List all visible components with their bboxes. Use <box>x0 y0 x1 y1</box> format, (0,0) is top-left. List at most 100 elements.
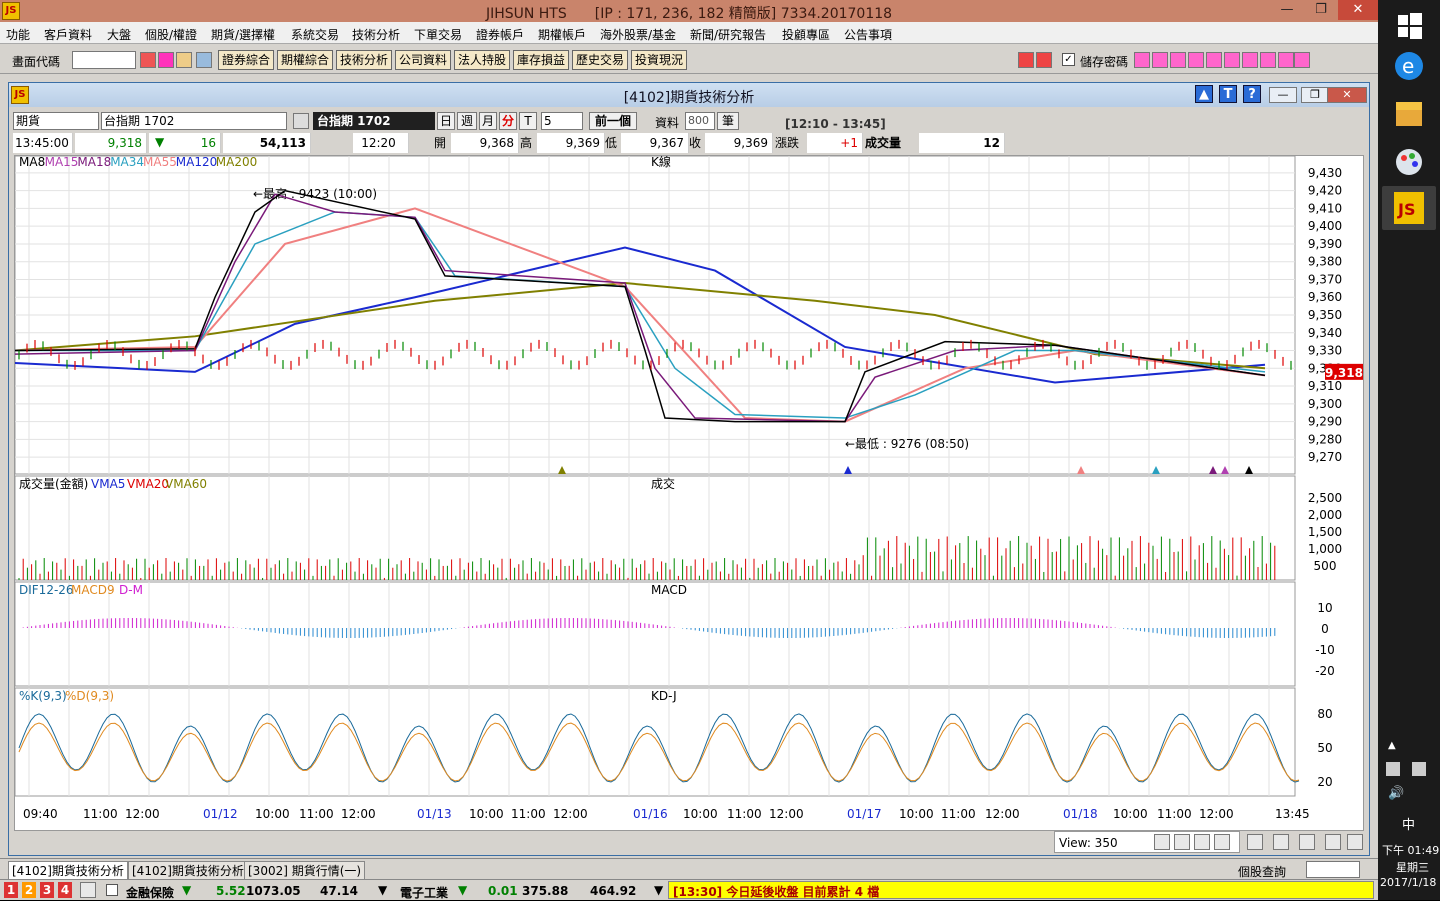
restore-button[interactable]: ❐ <box>1304 0 1338 20</box>
tool-icon[interactable] <box>1278 52 1294 68</box>
tool-button[interactable]: 歷史交易 <box>572 50 628 70</box>
tool-icon[interactable] <box>1242 52 1258 68</box>
page-3-button[interactable]: 3 <box>40 882 54 898</box>
tool-icon[interactable] <box>1188 52 1204 68</box>
menu-item[interactable]: 大盤 <box>107 26 131 43</box>
settings-grid-icon[interactable] <box>1247 834 1263 850</box>
prev-button[interactable]: 前一個 <box>589 112 637 130</box>
tab[interactable]: [3002] 期貨行情(一) <box>244 861 366 879</box>
pan-icon[interactable] <box>1194 834 1210 850</box>
jihsun-app-icon[interactable]: JS <box>1382 186 1436 230</box>
count-unit-button[interactable]: 筆 <box>717 112 739 130</box>
tray-security-icon[interactable] <box>1412 762 1426 776</box>
tool-icon[interactable] <box>1206 52 1222 68</box>
menu-item[interactable]: 期權帳戶 <box>538 26 586 43</box>
gear-icon[interactable] <box>1347 834 1363 850</box>
menu-item[interactable]: 下單交易 <box>414 26 462 43</box>
favorite-icon[interactable] <box>158 52 174 68</box>
zoom-out-icon[interactable] <box>1174 834 1190 850</box>
pen-icon[interactable] <box>1325 834 1341 850</box>
menu-item[interactable]: 功能 <box>6 26 30 43</box>
menu-item[interactable]: 個股/權證 <box>145 26 197 43</box>
dropdown-icon[interactable] <box>196 52 212 68</box>
volume-icon[interactable]: 🔊 <box>1388 786 1404 801</box>
symbol-select[interactable]: 台指期 1702 <box>101 112 287 130</box>
dropdown-icon[interactable]: ▼ <box>654 883 663 897</box>
x-tick-label: 11:00 <box>511 807 546 821</box>
page-4-button[interactable]: 4 <box>58 882 72 898</box>
period-day-button[interactable]: 日 <box>437 112 455 130</box>
file-explorer-icon[interactable] <box>1382 92 1436 136</box>
tool-button[interactable]: 公司資料 <box>395 50 451 70</box>
window-restore-button[interactable]: ❐ <box>1301 87 1329 103</box>
status-checkbox[interactable] <box>106 884 118 896</box>
tool-button[interactable]: 庫存損益 <box>513 50 569 70</box>
next-arrow-icon[interactable] <box>1036 52 1052 68</box>
search-icon[interactable] <box>140 52 156 68</box>
menu-item[interactable]: 公告事項 <box>844 26 892 43</box>
page-2-button[interactable]: 2 <box>22 882 36 898</box>
paint-icon[interactable] <box>1382 140 1436 184</box>
window-close-button[interactable]: ✕ <box>1327 87 1367 103</box>
legend-item: DIF12-26 <box>19 583 74 597</box>
interval-select[interactable]: 5 <box>541 112 583 130</box>
refresh-icon[interactable] <box>1214 834 1230 850</box>
tool-icon[interactable] <box>1170 52 1186 68</box>
count-input[interactable]: 800 <box>685 112 715 130</box>
save-pw-checkbox[interactable]: ✓ <box>1062 53 1075 66</box>
zoom-in-icon[interactable] <box>1154 834 1170 850</box>
search-icon[interactable] <box>293 113 309 129</box>
period-week-button[interactable]: 週 <box>457 112 477 130</box>
y-tick-label: 9,290 <box>1308 415 1342 429</box>
stock-query-input[interactable] <box>1306 861 1360 878</box>
windows-start-icon[interactable] <box>1382 4 1436 48</box>
tray-up-icon[interactable]: ▲ <box>1388 740 1396 751</box>
menu-item[interactable]: 新聞/研究報告 <box>690 26 766 43</box>
window-minimize-button[interactable]: — <box>1269 87 1297 103</box>
tab[interactable]: [4102]期貨技術分析 <box>128 861 248 879</box>
y-tick-label: 1,500 <box>1308 525 1342 539</box>
tool-icon[interactable] <box>1152 52 1168 68</box>
tool-icon[interactable] <box>1224 52 1240 68</box>
ime-indicator[interactable]: 中 <box>1402 814 1415 833</box>
minimize-button[interactable]: — <box>1270 0 1304 20</box>
help-icon[interactable]: ? <box>1243 85 1261 103</box>
tray-network-icon[interactable] <box>1386 762 1400 776</box>
tool-button[interactable]: 證券綜合 <box>218 50 274 70</box>
page-1-button[interactable]: 1 <box>4 882 18 898</box>
t-icon[interactable]: T <box>1219 85 1237 103</box>
menu-item[interactable]: 客戶資料 <box>44 26 92 43</box>
tab-active[interactable]: [4102]期貨技術分析 <box>8 861 128 879</box>
news-ticker[interactable]: [13:30] 今日延後收盤 目前累計 4 檔 <box>668 881 1374 899</box>
lock-icon[interactable] <box>80 882 96 898</box>
edit-icon[interactable] <box>1134 52 1150 68</box>
sector2-chg: 0.01 <box>488 884 518 898</box>
tool-button[interactable]: 投資現況 <box>631 50 687 70</box>
tool-button[interactable]: 期權綜合 <box>277 50 333 70</box>
menu-item[interactable]: 系統交易 <box>291 26 339 43</box>
up-icon[interactable]: ▲ <box>1195 85 1213 103</box>
print-icon[interactable] <box>176 52 192 68</box>
internet-explorer-icon[interactable]: e <box>1382 44 1436 88</box>
window-icon[interactable] <box>1299 834 1315 850</box>
close-button[interactable]: ✕ <box>1338 0 1378 20</box>
tool-icon[interactable] <box>1260 52 1276 68</box>
calc-icon[interactable] <box>1273 834 1289 850</box>
tool-button[interactable]: 法人持股 <box>454 50 510 70</box>
menu-item[interactable]: 海外股票/基金 <box>600 26 676 43</box>
chart-area[interactable]: 9,430 9,420 9,410 9,400 9,390 9,380 9,370 9,360… <box>14 155 1364 831</box>
prev-arrow-icon[interactable] <box>1018 52 1034 68</box>
product-type-select[interactable]: 期貨 <box>13 112 99 130</box>
tool-icon[interactable] <box>1294 52 1310 68</box>
code-input[interactable] <box>72 51 136 69</box>
menu-item[interactable]: 投顧專區 <box>782 26 830 43</box>
menu-item[interactable]: 證券帳戶 <box>476 26 524 43</box>
period-month-button[interactable]: 月 <box>479 112 497 130</box>
menu-item[interactable]: 期貨/選擇權 <box>211 26 275 43</box>
menu-item[interactable]: 技術分析 <box>352 26 400 43</box>
clock-time[interactable]: 下午 01:49 <box>1382 842 1439 858</box>
tool-button[interactable]: 技術分析 <box>336 50 392 70</box>
dropdown-icon[interactable]: ▼ <box>378 883 387 897</box>
period-minute-button[interactable]: 分 <box>499 112 517 130</box>
period-tick-button[interactable]: T <box>519 112 537 130</box>
